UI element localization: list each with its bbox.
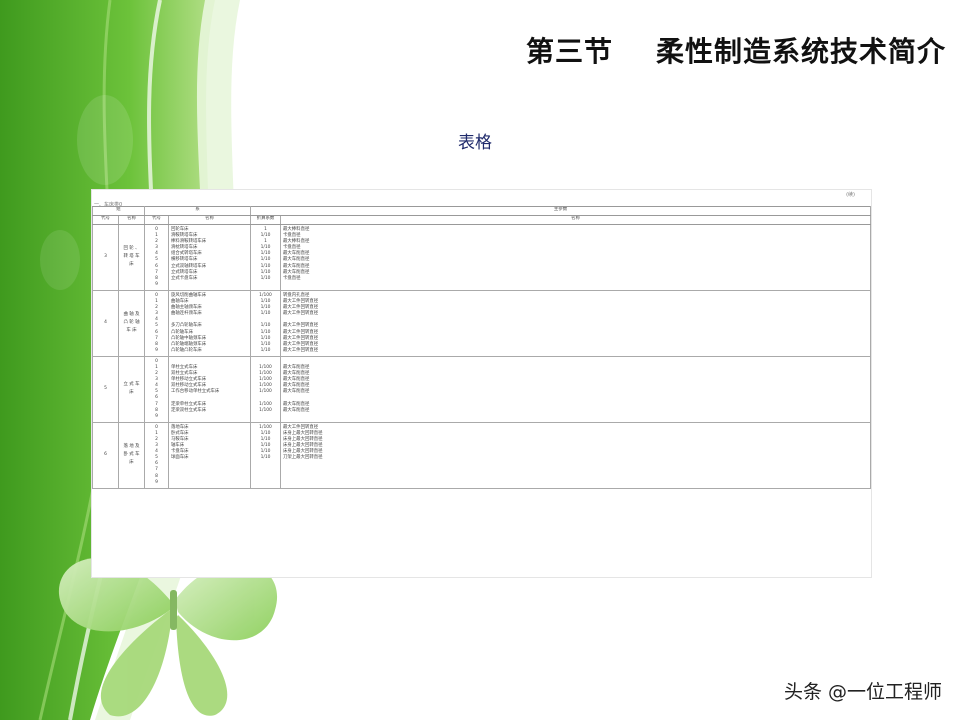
series-name-cell: 单柱立式车床 双柱立式车床 单柱移动立式车床 双柱移动立式车床 工作台移动单柱立式车床定…: [168, 356, 251, 423]
series-param: 最大工件回转直径: [283, 347, 319, 353]
series-param-cell: 最大棒料直径 卡盘直径 最大棒料直径 卡盘直径 最大车削直径 最大车削直径 最大车削直径 最大…: [280, 224, 871, 291]
header-series-code: 代号: [144, 215, 169, 225]
series-factor-cell: 1/100 1/10 1/10 1/10 1/10 1/10 1/10 1/10 1/10: [250, 290, 281, 357]
series-code-cell: 0123456789: [144, 422, 169, 489]
table-header-row-1: 组 系 主参数: [92, 206, 871, 216]
series-factor: [253, 480, 278, 486]
series-code-cell: 0123456789: [144, 356, 169, 423]
series-name: 凸轮轴凸轮车床: [171, 347, 202, 353]
header-series-name: 名称: [168, 215, 251, 225]
series-factor: [253, 414, 278, 420]
group-code: 6: [92, 422, 119, 489]
series-name: [171, 480, 248, 486]
table-header-row-2: 代号 名称 代号 名称 折算系数 名称: [92, 215, 871, 225]
series-factor: 1/10: [260, 347, 271, 353]
header-group-code: 代号: [92, 215, 119, 225]
series-code: 9: [155, 413, 158, 419]
watermark-text: 头条 @一位工程师: [783, 681, 942, 703]
table-subtitle: 表格: [458, 133, 492, 153]
series-code: 9: [155, 281, 158, 287]
group-code: 5: [92, 356, 119, 423]
group-name: 立 式 车 床: [118, 356, 145, 423]
table-body: 3回 轮 、 转 塔 车 床 0 1 2 3 4 5 6 7 8 9 回轮车床 滑鞍转塔车床 棒料滑鞍转塔…: [92, 224, 871, 489]
page-title: 第三节 柔性制造系统技术简介: [526, 35, 946, 68]
series-param-cell: 最大工件回转直径 床身上最大回转直径 床身上最大回转直径 床身上最大回转直径 床身上最大…: [280, 422, 871, 489]
group-name: 回 轮 、 转 塔 车 床: [118, 224, 145, 291]
series-code-cell: 0123456789: [144, 224, 169, 291]
table-row: 3回 轮 、 转 塔 车 床 0 1 2 3 4 5 6 7 8 9 回轮车床 滑鞍转塔车床 棒料滑鞍转塔…: [92, 224, 871, 291]
series-name: [171, 414, 248, 420]
group-name: 落 地 及 卧 式 车 床: [118, 422, 145, 489]
series-factor-cell: 1/100 1/10 1/10 1/10 1/10 1/10: [250, 422, 281, 489]
series-name: [171, 282, 248, 288]
group-code: 4: [92, 290, 119, 357]
table-row: 5立 式 车 床 0 1 2 3 4 5 6 7 8 9 单柱立式车床 双柱立式车床 单柱移动立式车床 双柱…: [92, 356, 871, 423]
series-factor-cell: 1/100 1/100 1/100 1/100 1/100 1/100 1/100: [250, 356, 281, 423]
series-code: 9: [155, 479, 158, 485]
header-group: 组: [92, 206, 145, 216]
series-factor-cell: 1 1/10 1 1/10 1/10 1/10 1/10 1/10 1/10: [250, 224, 281, 291]
series-code: 9: [155, 347, 158, 353]
lathe-classification-table: (续) 一、车床类0 组 系 主参数 代号 名称 代号 名称 折算系数 名称 3…: [91, 189, 872, 578]
group-code: 3: [92, 224, 119, 291]
header-param-name: 名称: [280, 215, 871, 225]
table-row: 4曲 轴 及 凸 轮 轴 车 床 0 1 2 3 4 5 6 7 8 9 旋风切削曲轴车床 曲轴车床 曲轴…: [92, 290, 871, 357]
spec-table: 组 系 主参数 代号 名称 代号 名称 折算系数 名称 3回 轮 、 转 塔 车…: [92, 206, 871, 489]
series-name-cell: 落地车床 卧式车床 马鞍车床 轴车床 卡盘车床 球面车床: [168, 422, 251, 489]
table-header-notes: (续) 一、车床类0: [92, 190, 871, 208]
series-name-cell: 旋风切削曲轴车床 曲轴车床 曲轴主轴颈车床 曲轴连杆颈车床 多刀凸轮轴车床 凸轮轴车床 凸轮…: [168, 290, 251, 357]
series-param: [283, 282, 868, 288]
series-param: [283, 414, 868, 420]
header-factor: 折算系数: [250, 215, 281, 225]
group-name: 曲 轴 及 凸 轮 轴 车 床: [118, 290, 145, 357]
table-continued-note: (续): [846, 192, 855, 198]
header-series: 系: [144, 206, 251, 216]
header-group-name: 名称: [118, 215, 145, 225]
series-code-cell: 0123456789: [144, 290, 169, 357]
header-param: 主参数: [250, 206, 871, 216]
series-factor: [253, 282, 278, 288]
table-row: 6落 地 及 卧 式 车 床 0 1 2 3 4 5 6 7 8 9 落地车床 卧式车床 马鞍车床 轴车床卡…: [92, 422, 871, 489]
series-param-cell: 最大车削直径 最大车削直径 最大车削直径 最大车削直径 最大车削直径 最大车削直径 最大车削…: [280, 356, 871, 423]
series-param-cell: 转盘内孔直径 最大工件回转直径 最大工件回转直径 最大工件回转直径 最大工件回转直径 最大…: [280, 290, 871, 357]
series-param: [283, 480, 868, 486]
series-name-cell: 回轮车床 滑鞍转塔车床 棒料滑鞍转塔车床 滑枕转塔车床 组合式转塔车床 横移转塔车床 立式双…: [168, 224, 251, 291]
